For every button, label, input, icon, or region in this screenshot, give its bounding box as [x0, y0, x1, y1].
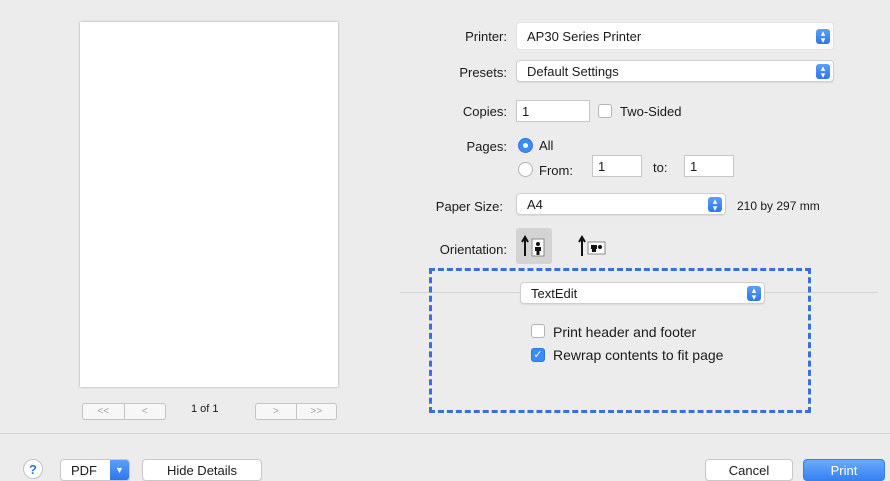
- previous-page-button[interactable]: <: [123, 404, 166, 419]
- paper-size-value: A4: [527, 196, 543, 212]
- pages-to-label: to:: [653, 160, 668, 175]
- copies-field[interactable]: 1: [516, 100, 590, 122]
- paper-size-popup[interactable]: A4 ▴ ▾: [516, 193, 726, 215]
- paper-dimensions: 210 by 297 mm: [737, 199, 820, 213]
- pdf-label: PDF: [71, 462, 97, 478]
- pdf-menu-button[interactable]: PDF ▼: [60, 459, 130, 481]
- pages-all-label: All: [539, 138, 554, 153]
- pages-to-field[interactable]: 1: [684, 155, 734, 177]
- printer-value: AP30 Series Printer: [527, 28, 642, 44]
- copies-label: Copies:: [462, 104, 507, 119]
- orientation-label: Orientation:: [439, 242, 507, 257]
- printer-popup[interactable]: AP30 Series Printer ▴ ▾: [516, 22, 834, 50]
- popup-stepper-icon: ▴ ▾: [816, 28, 830, 44]
- hide-details-button[interactable]: Hide Details: [142, 459, 262, 481]
- help-button[interactable]: ?: [23, 459, 43, 479]
- footer-divider: [0, 433, 890, 434]
- two-sided-checkbox[interactable]: [598, 104, 612, 118]
- two-sided-label: Two-Sided: [620, 104, 682, 119]
- last-page-button[interactable]: >>: [295, 404, 337, 419]
- landscape-orientation-button[interactable]: [575, 228, 611, 264]
- highlight-annotation-box: [429, 268, 811, 413]
- cancel-label: Cancel: [728, 462, 770, 478]
- pages-from-value: 1: [598, 158, 606, 174]
- pages-to-value: 1: [690, 158, 698, 174]
- page-count: 1 of 1: [191, 403, 219, 415]
- portrait-icon: [521, 235, 545, 257]
- chevron-down-icon: ▼: [110, 460, 129, 480]
- next-page-button[interactable]: >: [256, 404, 296, 419]
- preview-nav-forward-group: > >>: [255, 403, 337, 420]
- pages-from-radio[interactable]: [518, 162, 533, 177]
- paper-size-label: Paper Size:: [435, 199, 503, 214]
- copies-value: 1: [522, 103, 530, 119]
- presets-popup[interactable]: Default Settings ▴ ▾: [516, 60, 834, 82]
- pages-from-field[interactable]: 1: [592, 155, 642, 177]
- printer-label: Printer:: [465, 29, 507, 44]
- popup-stepper-icon: ▴ ▾: [816, 63, 830, 79]
- portrait-orientation-button[interactable]: [516, 228, 552, 264]
- pages-from-label: From:: [539, 163, 573, 178]
- popup-stepper-icon: ▴ ▾: [708, 196, 722, 212]
- print-label: Print: [830, 462, 858, 478]
- pages-all-radio[interactable]: [518, 138, 533, 153]
- hide-details-label: Hide Details: [166, 462, 238, 478]
- help-icon: ?: [29, 461, 37, 477]
- first-page-button[interactable]: <<: [83, 404, 124, 419]
- cancel-button[interactable]: Cancel: [705, 459, 793, 481]
- landscape-icon: [578, 235, 606, 256]
- preview-nav-back-group: << <: [82, 403, 166, 420]
- print-preview-page: [80, 22, 338, 387]
- presets-value: Default Settings: [527, 63, 619, 79]
- presets-label: Presets:: [459, 65, 507, 80]
- print-button[interactable]: Print: [803, 459, 885, 481]
- pages-label: Pages:: [466, 139, 507, 154]
